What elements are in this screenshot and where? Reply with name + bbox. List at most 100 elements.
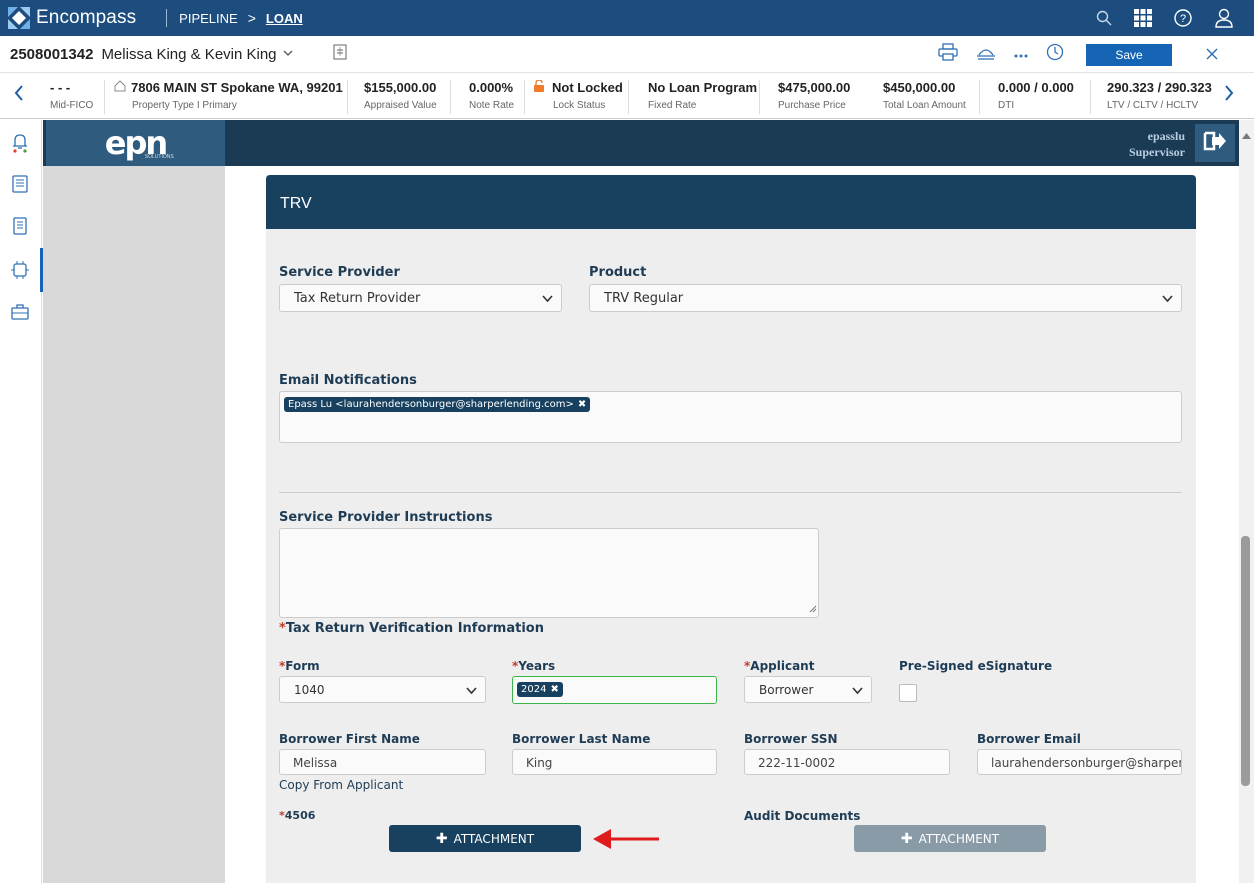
chevron-down-icon xyxy=(1162,292,1173,307)
summary-value: $155,000.00 xyxy=(364,80,437,95)
select-value: Tax Return Provider xyxy=(294,291,421,306)
summary-divider xyxy=(524,80,525,114)
borrower-email-label: Borrower Email xyxy=(977,732,1081,746)
help-icon[interactable]: ? xyxy=(1174,9,1192,27)
borrower-names[interactable]: Melissa King & Kevin King xyxy=(101,46,276,63)
summary-label: Purchase Price xyxy=(778,100,846,111)
save-button[interactable]: Save xyxy=(1086,43,1172,66)
summary-label: Property Type I Primary xyxy=(132,100,237,111)
search-icon[interactable] xyxy=(1096,10,1112,26)
notes-icon[interactable] xyxy=(333,44,347,65)
summary-label: Mid-FICO xyxy=(50,100,94,111)
summary-divider xyxy=(628,80,629,114)
email-notifications-input[interactable]: Epass Lu <laurahendersonburger@sharperle… xyxy=(279,391,1182,443)
summary-divider xyxy=(1090,80,1091,114)
summary-value: $450,000.00 xyxy=(883,80,956,95)
resize-grip-icon[interactable] xyxy=(809,602,817,616)
attachment-label: ATTACHMENT xyxy=(453,831,535,846)
unlocked-lock-icon xyxy=(534,79,544,95)
username: epasslu xyxy=(1147,129,1185,143)
svg-text:?: ? xyxy=(1180,13,1186,25)
remove-tag-icon[interactable]: ✖ xyxy=(550,684,558,695)
attachment-audit-button[interactable]: ✚ ATTACHMENT xyxy=(854,825,1046,852)
breadcrumb: PIPELINE > LOAN xyxy=(179,10,303,26)
close-icon[interactable] xyxy=(1206,44,1218,65)
form-type-select[interactable]: 1040 xyxy=(279,676,486,703)
plus-icon: ✚ xyxy=(900,830,913,847)
summary-value: 290.323 / 290.323 xyxy=(1107,80,1212,95)
audit-documents-label: Audit Documents xyxy=(744,809,861,823)
select-value: TRV Regular xyxy=(604,291,684,306)
form-type-text: Form xyxy=(285,659,320,673)
summary-value: $475,000.00 xyxy=(778,80,851,95)
loan-summary-strip: - - - Mid-FICO 7806 MAIN ST Spokane WA, … xyxy=(0,74,1254,119)
toolbox-icon[interactable] xyxy=(10,302,30,322)
years-input[interactable]: 2024 ✖ xyxy=(512,676,717,704)
chevron-left-icon[interactable] xyxy=(14,84,24,107)
trv-panel: TRV Service Provider Tax Return Provider… xyxy=(266,175,1196,883)
user-role: Supervisor xyxy=(1128,145,1185,159)
summary-label: Appraised Value xyxy=(364,100,437,111)
summary-label: DTI xyxy=(998,100,1015,111)
email-notifications-label: Email Notifications xyxy=(279,373,417,388)
loan-number: 2508001342 xyxy=(10,45,94,63)
panel-title: TRV xyxy=(266,175,1196,229)
logout-button[interactable] xyxy=(1195,124,1235,162)
service-provider-select[interactable]: Tax Return Provider xyxy=(279,284,562,312)
required-mark: * xyxy=(279,621,286,636)
chevron-down-icon[interactable] xyxy=(283,48,293,60)
documents-icon[interactable] xyxy=(10,216,30,236)
logout-icon xyxy=(1202,129,1228,158)
summary-value: 0.000 / 0.000 xyxy=(998,80,1074,95)
content-area: epn SOLUTIONS epasslu Supervisor TRV Ser… xyxy=(43,120,1239,883)
epn-header-bar: epn SOLUTIONS epasslu Supervisor xyxy=(43,120,1239,166)
alerts-bell-icon[interactable] xyxy=(10,132,30,153)
more-options-icon[interactable] xyxy=(1014,46,1028,64)
summary-appraised-value: $155,000.00 Appraised Value xyxy=(364,80,437,111)
summary-loan-program: No Loan Program Fixed Rate xyxy=(648,80,757,111)
remove-tag-icon[interactable]: ✖ xyxy=(578,399,586,410)
summary-value: - - - xyxy=(50,80,71,95)
chevron-down-icon xyxy=(542,292,553,307)
attachment-4506-button[interactable]: ✚ ATTACHMENT xyxy=(389,825,581,852)
chevron-right-icon[interactable] xyxy=(1224,84,1234,107)
summary-label: Lock Status xyxy=(553,100,606,111)
trv-info-text: Tax Return Verification Information xyxy=(285,621,544,636)
breadcrumb-pipeline[interactable]: PIPELINE xyxy=(179,11,238,26)
print-icon[interactable] xyxy=(938,43,958,66)
user-profile-icon[interactable] xyxy=(1214,8,1234,28)
services-icon[interactable] xyxy=(976,43,996,66)
scroll-up-arrow-icon[interactable] xyxy=(1242,126,1251,144)
ssn-input[interactable]: 222-11-0002 xyxy=(744,749,950,775)
summary-lock-status: Not Locked Lock Status xyxy=(534,79,623,111)
copy-from-applicant-link[interactable]: Copy From Applicant xyxy=(279,778,403,792)
summary-label: LTV / CLTV / HCLTV xyxy=(1107,100,1199,111)
epn-logo-sub: SOLUTIONS xyxy=(144,154,174,160)
instructions-label: Service Provider Instructions xyxy=(279,510,493,525)
last-name-input[interactable]: King xyxy=(512,749,717,775)
breadcrumb-loan[interactable]: LOAN xyxy=(266,11,303,26)
presigned-checkbox[interactable] xyxy=(899,684,917,702)
applicant-select[interactable]: Borrower xyxy=(744,676,872,703)
services-chip-icon[interactable] xyxy=(10,260,30,280)
apps-grid-icon[interactable] xyxy=(1134,9,1152,27)
history-clock-icon[interactable] xyxy=(1046,43,1064,66)
trv-info-label: *Tax Return Verification Information xyxy=(279,621,544,636)
encompass-logo[interactable]: Encompass xyxy=(8,7,136,29)
summary-value: Not Locked xyxy=(552,80,623,95)
product-select[interactable]: TRV Regular xyxy=(589,284,1182,312)
loan-forms-icon[interactable] xyxy=(10,174,30,194)
summary-property: 7806 MAIN ST Spokane WA, 99201 Property … xyxy=(114,80,343,111)
year-tag: 2024 ✖ xyxy=(517,682,563,697)
right-margin-pane xyxy=(1211,166,1239,883)
borrower-email-input[interactable]: laurahendersonburger@sharperlending.com xyxy=(977,749,1182,775)
product-label: Product xyxy=(589,265,647,280)
instructions-textarea[interactable] xyxy=(279,528,819,618)
summary-label: Total Loan Amount xyxy=(883,100,966,111)
home-icon xyxy=(114,80,126,95)
select-value: Borrower xyxy=(759,683,814,697)
first-name-input[interactable]: Melissa xyxy=(279,749,486,775)
encompass-logo-icon xyxy=(8,7,30,29)
scrollbar-thumb[interactable] xyxy=(1241,536,1250,786)
vertical-scrollbar[interactable] xyxy=(1239,120,1254,883)
